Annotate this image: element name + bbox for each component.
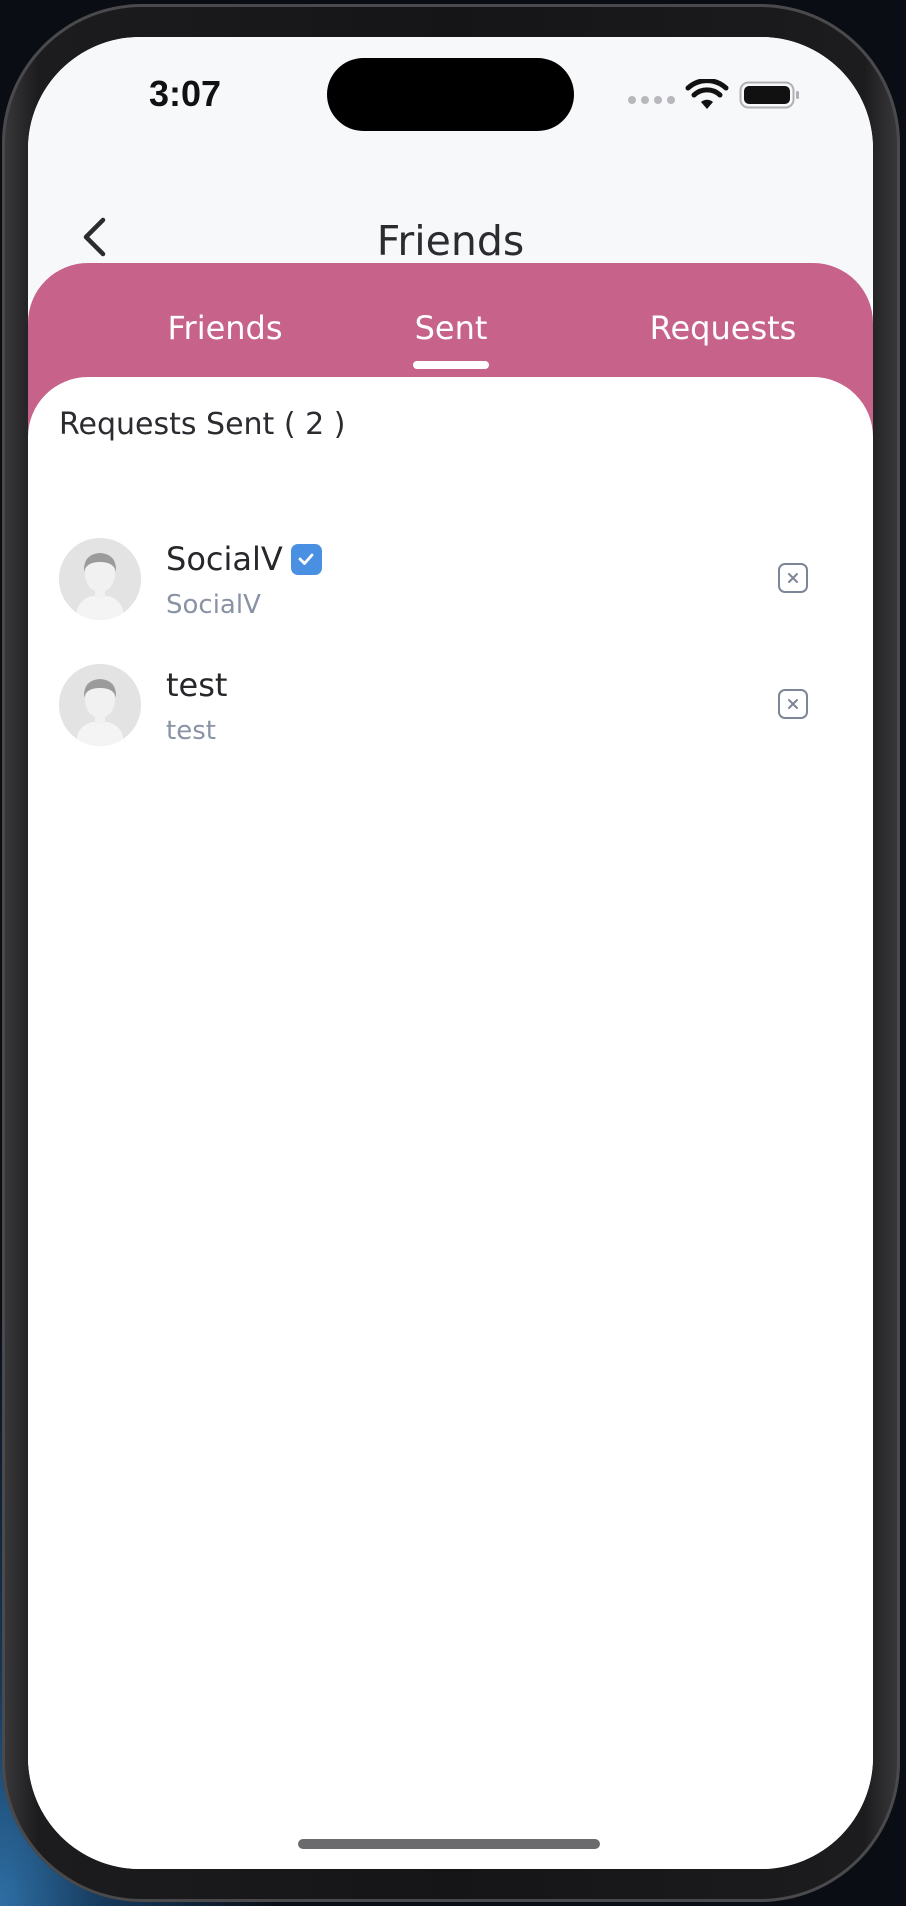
battery-icon bbox=[739, 81, 799, 109]
user-handle: test bbox=[166, 716, 216, 746]
phone-screen: 3:07 Friends Friends Sent Requests Reque… bbox=[28, 37, 873, 1869]
status-bar: 3:07 bbox=[28, 37, 873, 187]
verified-badge-icon bbox=[290, 543, 322, 575]
close-icon bbox=[788, 573, 798, 583]
content-sheet: Requests Sent ( 2 ) SocialV SocialV test… bbox=[28, 377, 873, 1869]
user-handle: SocialV bbox=[166, 590, 261, 620]
close-icon bbox=[788, 699, 798, 709]
avatar[interactable] bbox=[59, 538, 141, 620]
name-line: test bbox=[166, 666, 227, 704]
request-row[interactable]: test test bbox=[28, 664, 873, 764]
name-line: SocialV bbox=[166, 540, 322, 578]
page-title: Friends bbox=[376, 217, 525, 265]
user-name[interactable]: SocialV bbox=[166, 540, 283, 578]
tab-label: Sent bbox=[414, 309, 488, 347]
avatar[interactable] bbox=[59, 664, 141, 746]
active-tab-indicator bbox=[413, 361, 489, 369]
tab-friends[interactable]: Friends bbox=[140, 309, 310, 369]
tab-label: Requests bbox=[649, 309, 797, 347]
status-time: 3:07 bbox=[149, 73, 222, 114]
default-user-avatar-icon bbox=[59, 664, 141, 746]
section-title: Requests Sent ( 2 ) bbox=[59, 407, 346, 442]
request-row[interactable]: SocialV SocialV bbox=[28, 538, 873, 638]
home-indicator[interactable] bbox=[298, 1839, 600, 1849]
tab-requests[interactable]: Requests bbox=[628, 309, 818, 369]
default-user-avatar-icon bbox=[59, 538, 141, 620]
tab-sent[interactable]: Sent bbox=[413, 309, 489, 369]
cancel-request-button[interactable] bbox=[778, 689, 808, 719]
wifi-icon bbox=[685, 79, 729, 109]
dynamic-island bbox=[327, 58, 574, 131]
user-name[interactable]: test bbox=[166, 666, 227, 704]
cancel-request-button[interactable] bbox=[778, 563, 808, 593]
cellular-signal-icon bbox=[628, 96, 675, 104]
tab-label: Friends bbox=[167, 309, 283, 347]
